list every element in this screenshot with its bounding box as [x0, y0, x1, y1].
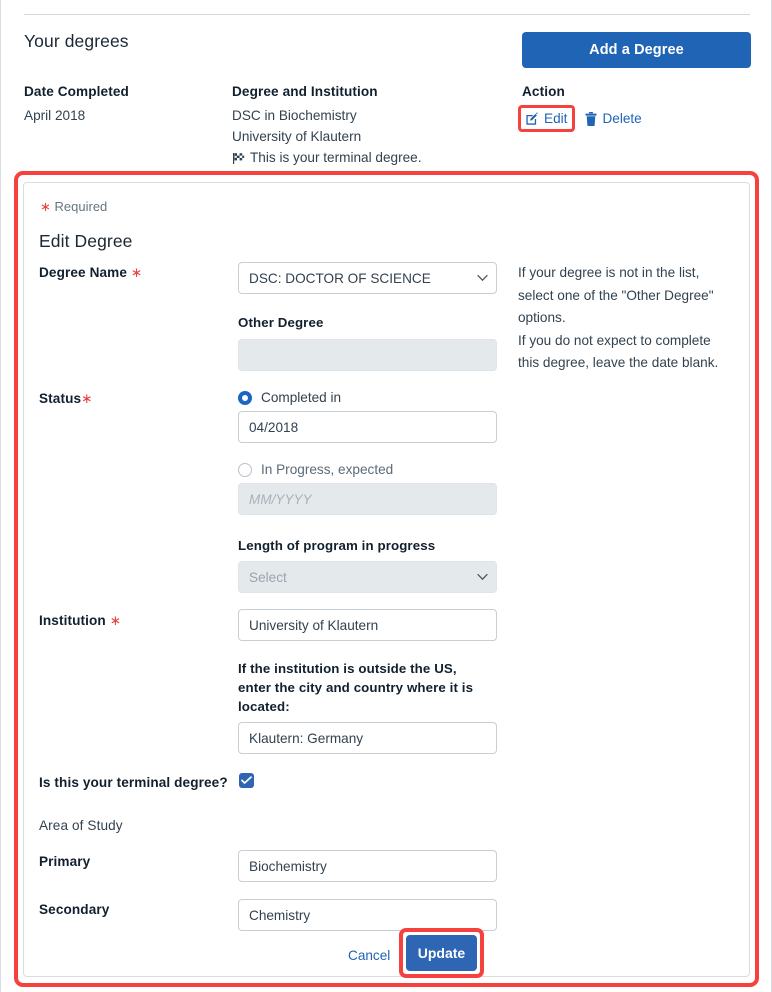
- checkered-flag-icon: [232, 152, 245, 165]
- edit-degree-title: Edit Degree: [39, 231, 133, 251]
- status-in-progress-radio-row[interactable]: In Progress, expected: [238, 462, 393, 477]
- edit-button-highlight: Edit: [518, 105, 576, 132]
- status-label-text: Status: [39, 391, 82, 406]
- edit-button-label: Edit: [544, 111, 568, 126]
- in-progress-date-input[interactable]: [238, 483, 497, 515]
- row-actions: Edit Delete: [518, 105, 742, 132]
- check-icon: [241, 776, 252, 784]
- city-country-input[interactable]: [238, 722, 497, 754]
- column-action: Action Edit Delete: [518, 84, 742, 132]
- pencil-square-icon: [525, 111, 539, 126]
- help-line-2: select one of the "Other Degree": [518, 287, 714, 303]
- help-line-1: If your degree is not in the list,: [518, 265, 700, 280]
- cell-institution: University of Klautern: [232, 129, 362, 144]
- trash-icon: [585, 111, 597, 126]
- terminal-degree-label: Is this your terminal degree?: [39, 775, 228, 790]
- institution-label: Institution ∗: [39, 613, 121, 629]
- column-header-degree-institution: Degree and Institution: [232, 84, 378, 99]
- delete-button-label: Delete: [602, 111, 642, 126]
- length-of-program-select-wrap: Select: [238, 561, 497, 593]
- outside-us-line-2: enter the city and country where it is: [238, 680, 474, 695]
- area-of-study-label: Area of Study: [39, 818, 123, 833]
- primary-label: Primary: [39, 854, 91, 869]
- degree-name-required-asterisk-icon: ∗: [130, 265, 143, 280]
- status-completed-radio-row[interactable]: Completed in: [238, 390, 341, 405]
- column-header-date-completed: Date Completed: [24, 84, 129, 99]
- other-degree-input[interactable]: [238, 339, 497, 371]
- required-note-label: Required: [54, 199, 108, 214]
- required-asterisk-icon: ∗: [40, 199, 51, 214]
- degree-name-select-wrap: DSC: DOCTOR OF SCIENCE: [238, 262, 497, 294]
- in-progress-radio[interactable]: [238, 462, 252, 477]
- completed-in-radio[interactable]: [238, 390, 252, 405]
- institution-label-text: Institution: [39, 613, 106, 628]
- completed-in-label: Completed in: [261, 390, 342, 405]
- degree-name-label: Degree Name ∗: [39, 265, 142, 281]
- column-degree-institution: Degree and Institution DSC in Biochemist…: [232, 84, 522, 168]
- secondary-area-input[interactable]: [238, 899, 497, 931]
- institution-input[interactable]: [238, 609, 497, 641]
- degree-name-label-text: Degree Name: [39, 265, 127, 280]
- outside-us-line-1: If the institution is outside the US,: [238, 661, 457, 676]
- status-label: Status∗: [39, 391, 93, 407]
- institution-required-asterisk-icon: ∗: [109, 613, 122, 628]
- required-note: ∗ Required: [40, 199, 107, 215]
- in-progress-label: In Progress, expected: [261, 462, 394, 477]
- terminal-degree-text: This is your terminal degree.: [250, 150, 422, 165]
- outside-us-note: If the institution is outside the US, en…: [238, 659, 488, 716]
- outside-us-line-3: located:: [238, 699, 290, 714]
- degree-help-text: If your degree is not in the list, selec…: [518, 262, 750, 375]
- other-degree-label: Other Degree: [238, 315, 324, 330]
- length-of-program-select[interactable]: Select: [238, 561, 497, 593]
- length-of-program-label: Length of program in progress: [238, 538, 436, 553]
- secondary-label: Secondary: [39, 902, 110, 917]
- completed-date-input[interactable]: [238, 411, 497, 443]
- header-divider: [24, 14, 750, 15]
- terminal-degree-note: This is your terminal degree.: [232, 147, 522, 168]
- delete-button[interactable]: Delete: [585, 111, 642, 126]
- primary-area-input[interactable]: [238, 850, 497, 882]
- degree-name-select[interactable]: DSC: DOCTOR OF SCIENCE: [238, 262, 497, 294]
- update-button[interactable]: Update: [406, 935, 477, 971]
- column-header-action: Action: [522, 84, 565, 99]
- column-date-completed: Date Completed April 2018: [24, 84, 224, 126]
- cell-date-completed: April 2018: [24, 108, 86, 123]
- cell-degree: DSC in Biochemistry: [232, 108, 357, 123]
- help-line-3: options.: [518, 310, 566, 325]
- help-line-5: this degree, leave the date blank.: [518, 355, 719, 370]
- terminal-degree-checkbox[interactable]: [239, 773, 254, 788]
- status-required-asterisk-icon: ∗: [81, 391, 93, 406]
- page-title: Your degrees: [24, 31, 129, 51]
- edit-button[interactable]: Edit: [525, 111, 567, 126]
- cancel-button[interactable]: Cancel: [348, 948, 390, 963]
- help-line-4: If you do not expect to complete: [518, 332, 711, 348]
- add-a-degree-button[interactable]: Add a Degree: [522, 32, 751, 68]
- page-container: Your degrees Add a Degree Date Completed…: [0, 0, 772, 992]
